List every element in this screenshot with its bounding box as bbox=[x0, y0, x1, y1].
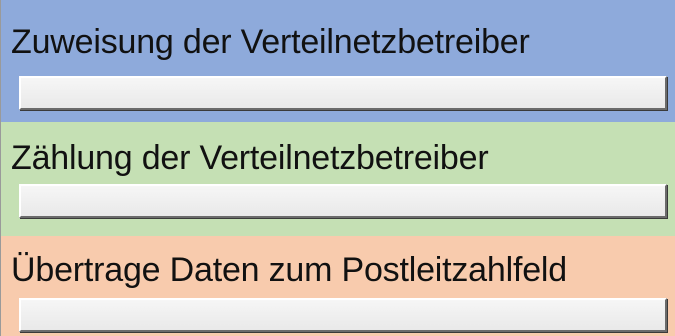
progress-panel: Zuweisung der Verteilnetzbetreiber Zählu… bbox=[0, 0, 675, 336]
progress-bar-postcode-transfer bbox=[19, 298, 667, 332]
section-label-distribution-count: Zählung der Verteilnetzbetreiber bbox=[11, 139, 489, 177]
progress-bar-distribution-assignment bbox=[19, 76, 667, 110]
section-distribution-count: Zählung der Verteilnetzbetreiber bbox=[0, 122, 675, 236]
section-label-postcode-transfer: Übertrage Daten zum Postleitzahlfeld bbox=[11, 251, 567, 289]
progress-bar-distribution-count bbox=[19, 184, 667, 218]
section-distribution-assignment: Zuweisung der Verteilnetzbetreiber bbox=[0, 0, 675, 122]
section-label-distribution-assignment: Zuweisung der Verteilnetzbetreiber bbox=[11, 23, 530, 61]
section-postcode-transfer: Übertrage Daten zum Postleitzahlfeld bbox=[0, 236, 675, 336]
